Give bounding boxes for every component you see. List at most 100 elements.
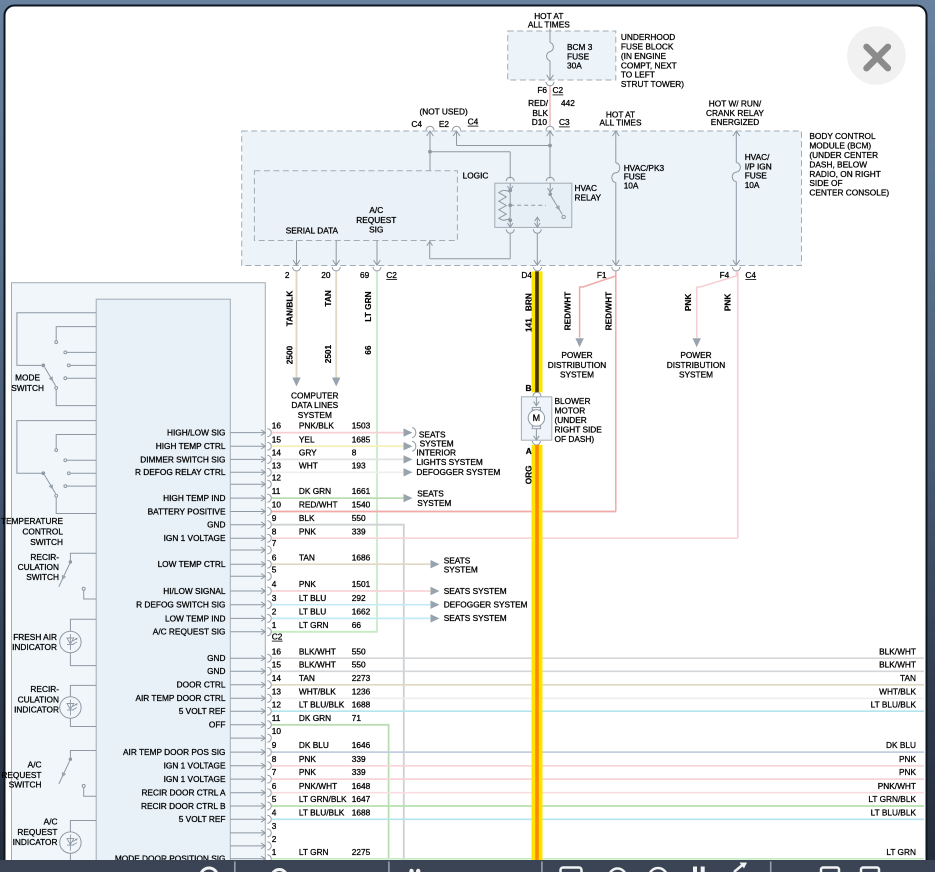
svg-text:RIGHT SIDE: RIGHT SIDE (555, 425, 603, 435)
svg-text:5: 5 (272, 564, 277, 574)
svg-text:A/C: A/C (369, 205, 383, 215)
svg-text:LT GRN/BLK: LT GRN/BLK (868, 794, 916, 804)
svg-text:4: 4 (272, 807, 277, 817)
svg-text:C3: C3 (559, 117, 570, 127)
svg-text:LT BLU/BLK: LT BLU/BLK (299, 699, 345, 709)
svg-text:IGN 1 VOLTAGE: IGN 1 VOLTAGE (164, 774, 226, 784)
svg-text:SWITCH: SWITCH (30, 537, 63, 547)
svg-text:HIGH TEMP CTRL: HIGH TEMP CTRL (156, 441, 226, 451)
svg-text:C2: C2 (553, 85, 564, 95)
svg-text:C4: C4 (411, 119, 422, 129)
svg-text:1686: 1686 (352, 552, 371, 562)
svg-text:LOW TEMP IND: LOW TEMP IND (165, 613, 226, 623)
svg-text:PNK: PNK (683, 294, 693, 312)
svg-text:IGN 1 VOLTAGE: IGN 1 VOLTAGE (164, 761, 226, 771)
svg-text:BLK/WHT: BLK/WHT (879, 659, 916, 669)
svg-text:7: 7 (272, 767, 277, 777)
svg-text:A: A (526, 446, 532, 456)
svg-text:DK GRN: DK GRN (299, 713, 331, 723)
svg-text:11: 11 (272, 486, 281, 496)
svg-text:2: 2 (272, 834, 277, 844)
svg-text:F6: F6 (537, 85, 547, 95)
svg-text:RECIR-: RECIR- (30, 684, 59, 694)
svg-text:2: 2 (285, 270, 290, 280)
svg-text:66: 66 (352, 620, 362, 630)
svg-text:PNK/BLK: PNK/BLK (299, 421, 335, 431)
svg-text:LIGHTS SYSTEM: LIGHTS SYSTEM (416, 457, 482, 467)
svg-text:3: 3 (272, 593, 277, 603)
svg-text:PNK: PNK (299, 526, 317, 536)
svg-text:3: 3 (272, 821, 277, 831)
svg-text:SYSTEM: SYSTEM (417, 498, 451, 508)
svg-text:292: 292 (352, 593, 366, 603)
svg-text:BLK/WHT: BLK/WHT (299, 646, 336, 656)
svg-text:1688: 1688 (352, 699, 371, 709)
svg-text:5 VOLT REF: 5 VOLT REF (179, 706, 226, 716)
svg-text:RED/WHT: RED/WHT (604, 292, 614, 331)
svg-text:193: 193 (352, 460, 366, 470)
svg-text:1662: 1662 (352, 607, 371, 617)
svg-text:1: 1 (272, 847, 277, 857)
svg-text:PNK/WHT: PNK/WHT (299, 781, 337, 791)
svg-text:6: 6 (272, 781, 277, 791)
svg-text:D10: D10 (532, 117, 548, 127)
svg-text:442: 442 (561, 98, 575, 108)
svg-text:10: 10 (272, 726, 282, 736)
svg-text:DK GRN: DK GRN (299, 486, 331, 496)
svg-text:A/C REQUEST SIG: A/C REQUEST SIG (153, 627, 226, 637)
svg-text:SYSTEM: SYSTEM (679, 370, 713, 380)
svg-text:550: 550 (352, 659, 366, 669)
svg-text:DEFOGGER SYSTEM: DEFOGGER SYSTEM (416, 467, 500, 477)
svg-text:2501: 2501 (323, 344, 333, 363)
svg-text:A/C: A/C (44, 817, 58, 827)
svg-text:DATA LINES: DATA LINES (291, 400, 338, 410)
svg-text:5: 5 (272, 794, 277, 804)
svg-text:BRN: BRN (523, 293, 533, 311)
svg-text:16: 16 (272, 646, 282, 656)
svg-text:LT BLU/BLK: LT BLU/BLK (871, 807, 917, 817)
svg-text:13: 13 (272, 686, 282, 696)
svg-text:GRY: GRY (299, 448, 317, 458)
svg-text:8: 8 (272, 526, 277, 536)
svg-text:71: 71 (352, 713, 362, 723)
svg-text:9: 9 (272, 740, 277, 750)
svg-text:ALL TIMES: ALL TIMES (528, 20, 570, 30)
svg-text:7: 7 (272, 538, 277, 548)
svg-text:COMPUTER: COMPUTER (291, 390, 338, 400)
svg-text:DEFOGGER SYSTEM: DEFOGGER SYSTEM (444, 600, 528, 610)
svg-text:14: 14 (272, 448, 282, 458)
svg-text:TAN: TAN (323, 290, 333, 306)
svg-text:10A: 10A (745, 180, 760, 190)
svg-text:ORG: ORG (524, 465, 534, 484)
svg-text:HVAC: HVAC (575, 183, 597, 193)
svg-text:CONTROL: CONTROL (22, 527, 63, 537)
svg-text:BLOWER: BLOWER (555, 396, 591, 406)
svg-text:REQUEST: REQUEST (1, 770, 41, 780)
svg-text:1648: 1648 (352, 781, 371, 791)
svg-text:ENERGIZED: ENERGIZED (711, 117, 759, 127)
svg-text:20: 20 (321, 270, 331, 280)
svg-text:16: 16 (272, 421, 282, 431)
svg-text:RED/WHT: RED/WHT (563, 292, 573, 331)
svg-text:LOGIC: LOGIC (463, 170, 489, 180)
svg-text:MOTOR: MOTOR (555, 405, 586, 415)
svg-text:12: 12 (272, 472, 282, 482)
svg-text:PNK: PNK (899, 767, 917, 777)
svg-text:DK BLU: DK BLU (886, 740, 916, 750)
svg-text:HIGH/LOW SIG: HIGH/LOW SIG (167, 428, 226, 438)
svg-text:LT GRN: LT GRN (299, 847, 329, 857)
svg-text:TAN: TAN (299, 673, 315, 683)
svg-text:R DEFOG SWITCH SIG: R DEFOG SWITCH SIG (136, 600, 225, 610)
svg-text:1540: 1540 (352, 500, 371, 510)
svg-text:BLK: BLK (299, 513, 315, 523)
svg-text:SERIAL DATA: SERIAL DATA (286, 226, 339, 236)
svg-text:SIDE OF: SIDE OF (809, 178, 842, 188)
svg-text:INDICATOR: INDICATOR (14, 705, 59, 715)
svg-text:INDICATOR: INDICATOR (12, 642, 57, 652)
svg-text:C2: C2 (386, 270, 397, 280)
svg-text:SIG: SIG (369, 225, 383, 235)
svg-text:TAN: TAN (900, 673, 916, 683)
svg-text:9: 9 (272, 513, 277, 523)
svg-text:2: 2 (272, 607, 277, 617)
svg-text:2275: 2275 (352, 847, 371, 857)
